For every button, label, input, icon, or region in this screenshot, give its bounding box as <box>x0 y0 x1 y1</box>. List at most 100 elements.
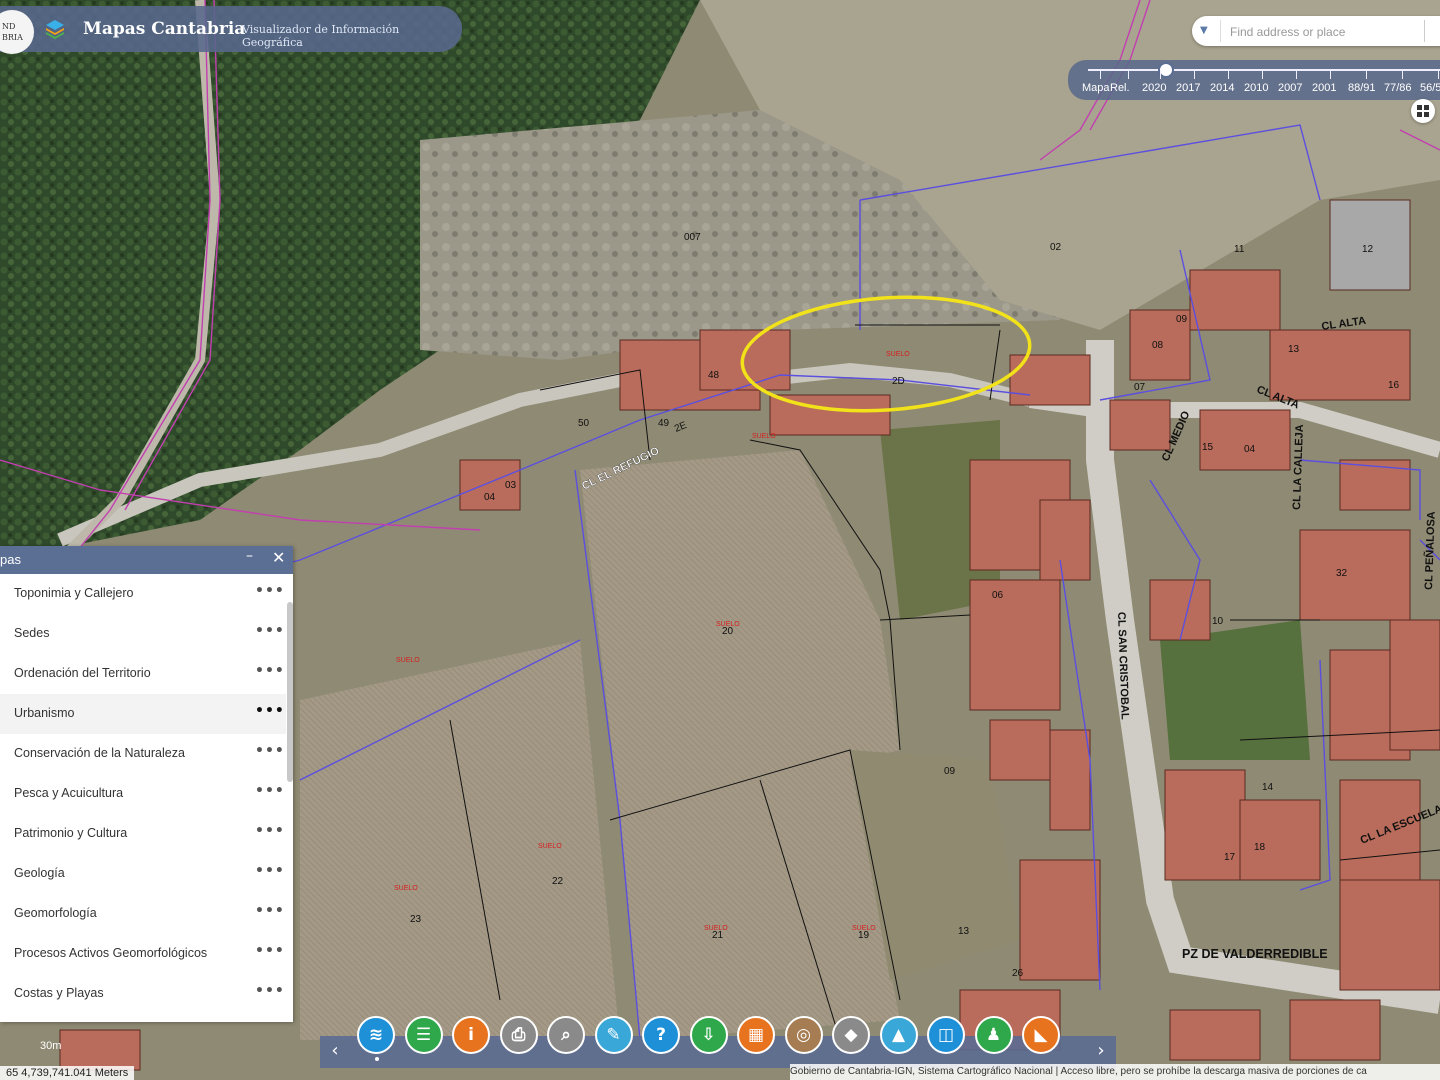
layer-group-item[interactable]: Conservación de la Naturaleza ••• <box>0 734 286 774</box>
more-options-icon[interactable]: ••• <box>255 903 285 919</box>
layer-group-item[interactable]: Urbanismo ••• <box>0 694 286 734</box>
profile-button[interactable]: ▲ <box>879 1016 918 1054</box>
more-options-icon[interactable]: ••• <box>255 943 285 959</box>
parcel-label-11: 11 <box>1234 244 1245 255</box>
timeline-label[interactable]: 77/86 <box>1384 82 1412 94</box>
parcel-label-09b: 09 <box>944 766 956 777</box>
parcel-label-03: 03 <box>505 480 517 491</box>
layer-group-item[interactable]: Costas y Playas ••• <box>0 974 286 1014</box>
layers-icon: ≋ <box>368 1025 384 1045</box>
app-layers-icon <box>46 20 64 39</box>
timeline-tick <box>1194 71 1195 79</box>
more-options-icon[interactable]: ••• <box>255 863 285 879</box>
direction-button[interactable]: ◆ <box>832 1016 870 1054</box>
active-widget-indicator <box>375 1057 379 1061</box>
swipe-button[interactable]: ◫ <box>927 1016 965 1054</box>
grid-icon <box>1417 105 1429 117</box>
timeline-tick <box>1128 71 1129 79</box>
more-options-icon[interactable]: ••• <box>255 663 285 679</box>
brand-button[interactable]: ◣ <box>1022 1016 1060 1054</box>
download-button[interactable]: ⇩ <box>689 1016 728 1054</box>
timeline-tick <box>1330 71 1331 79</box>
timeline-tick <box>1438 71 1439 79</box>
parcel-label-2d: 2D <box>892 376 905 387</box>
parcel-label-14: 14 <box>1262 782 1274 793</box>
parcel-label-12: 12 <box>1362 244 1374 255</box>
toolbar-next-button[interactable]: › <box>1088 1040 1114 1064</box>
timeline-label[interactable]: 88/91 <box>1348 82 1376 94</box>
soil-label-47: SUELO <box>886 351 910 358</box>
panel-scrollbar[interactable] <box>287 602 293 782</box>
layer-group-item[interactable]: Sedes ••• <box>0 614 286 654</box>
info-button[interactable]: i <box>452 1016 490 1054</box>
more-options-icon[interactable]: ••• <box>255 983 285 999</box>
parcel-label-49: 49 <box>658 418 670 429</box>
timeline-tick <box>1100 71 1101 79</box>
more-options-icon[interactable]: ••• <box>255 623 285 639</box>
list-icon: ☰ <box>415 1025 432 1045</box>
query-button[interactable]: ⌕ <box>547 1016 585 1054</box>
imagery-timeline: Mapa Rel. 2020 2017 2014 2010 2007 2001 88/91 77/… <box>1068 60 1440 100</box>
search-input[interactable] <box>1228 20 1422 44</box>
scale-bar-label: 30m <box>40 1040 62 1052</box>
parcel-label-50: 50 <box>578 418 590 429</box>
timeline-tick <box>1296 71 1297 79</box>
more-options-icon[interactable]: ••• <box>255 583 285 599</box>
timeline-label[interactable]: Rel. <box>1110 82 1130 94</box>
grid-layout-button[interactable] <box>1411 99 1435 123</box>
toolbar-prev-button[interactable]: ‹ <box>322 1040 348 1064</box>
layer-group-item[interactable]: Geomorfología ••• <box>0 894 286 934</box>
person-icon: ♟ <box>985 1025 1002 1045</box>
layer-group-item[interactable]: Pesca y Acuicultura ••• <box>0 774 286 814</box>
draw-button[interactable]: ✎ <box>594 1016 633 1054</box>
measure-button[interactable]: ◎ <box>784 1016 823 1054</box>
help-icon: ? <box>656 1025 666 1045</box>
search-source-dropdown-icon[interactable]: ▼ <box>1200 25 1208 36</box>
more-options-icon[interactable]: ••• <box>255 743 285 759</box>
help-button[interactable]: ? <box>642 1016 680 1054</box>
timeline-tick <box>1366 71 1367 79</box>
print-button[interactable]: ⎙ <box>499 1016 538 1054</box>
timeline-tick <box>1160 71 1161 79</box>
timeline-label[interactable]: 2001 <box>1312 82 1336 94</box>
parcel-label-18: 18 <box>1254 842 1266 853</box>
more-options-icon[interactable]: ••• <box>255 823 285 839</box>
person-button[interactable]: ♟ <box>974 1016 1013 1054</box>
search-divider-2 <box>1424 20 1425 42</box>
timeline-label[interactable]: 2017 <box>1176 82 1200 94</box>
timeline-label[interactable]: Mapa <box>1082 82 1110 94</box>
layers-button[interactable]: ≋ <box>357 1016 395 1054</box>
panel-header[interactable]: pas – ✕ <box>0 546 293 574</box>
layer-group-item[interactable]: Procesos Activos Geomorfológicos ••• <box>0 934 286 974</box>
brand-icon: ◣ <box>1034 1025 1048 1045</box>
info-icon: i <box>468 1025 474 1045</box>
close-button[interactable]: ✕ <box>272 548 285 567</box>
timeline-label[interactable]: 2014 <box>1210 82 1234 94</box>
map-catalog-panel: pas – ✕ Toponimia y Callejero ••• Sedes •••… <box>0 546 293 1022</box>
parcel-label-17: 17 <box>1224 852 1236 863</box>
grid-button[interactable]: ▦ <box>737 1016 775 1054</box>
logo[interactable]: ND BRIA <box>0 10 34 54</box>
layer-group-item[interactable]: Patrimonio y Cultura ••• <box>0 814 286 854</box>
layer-group-label: Sedes <box>14 626 50 640</box>
parcel-label-13: 13 <box>1288 344 1300 355</box>
soil-label-23: SUELO <box>394 885 418 892</box>
timeline-track[interactable] <box>1088 69 1440 71</box>
soil-label-left: SUELO <box>396 657 420 664</box>
layer-group-item[interactable]: Ordenación del Territorio ••• <box>0 654 286 694</box>
more-options-icon[interactable]: ••• <box>255 703 285 719</box>
timeline-label[interactable]: 56/5 <box>1420 82 1440 94</box>
draw-icon: ✎ <box>606 1025 621 1045</box>
logo-text-1: ND <box>2 22 16 31</box>
layer-group-item[interactable]: Geología ••• <box>0 854 286 894</box>
minimize-button[interactable]: – <box>246 548 253 564</box>
layer-group-label: Toponimia y Callejero <box>14 586 134 600</box>
timeline-tick <box>1228 71 1229 79</box>
list-button[interactable]: ☰ <box>404 1016 443 1054</box>
layer-group-item[interactable]: Toponimia y Callejero ••• <box>0 574 286 614</box>
timeline-label[interactable]: 2010 <box>1244 82 1268 94</box>
parcel-label-10: 10 <box>1212 616 1224 627</box>
more-options-icon[interactable]: ••• <box>255 783 285 799</box>
timeline-label[interactable]: 2020 <box>1142 82 1166 94</box>
timeline-label[interactable]: 2007 <box>1278 82 1302 94</box>
